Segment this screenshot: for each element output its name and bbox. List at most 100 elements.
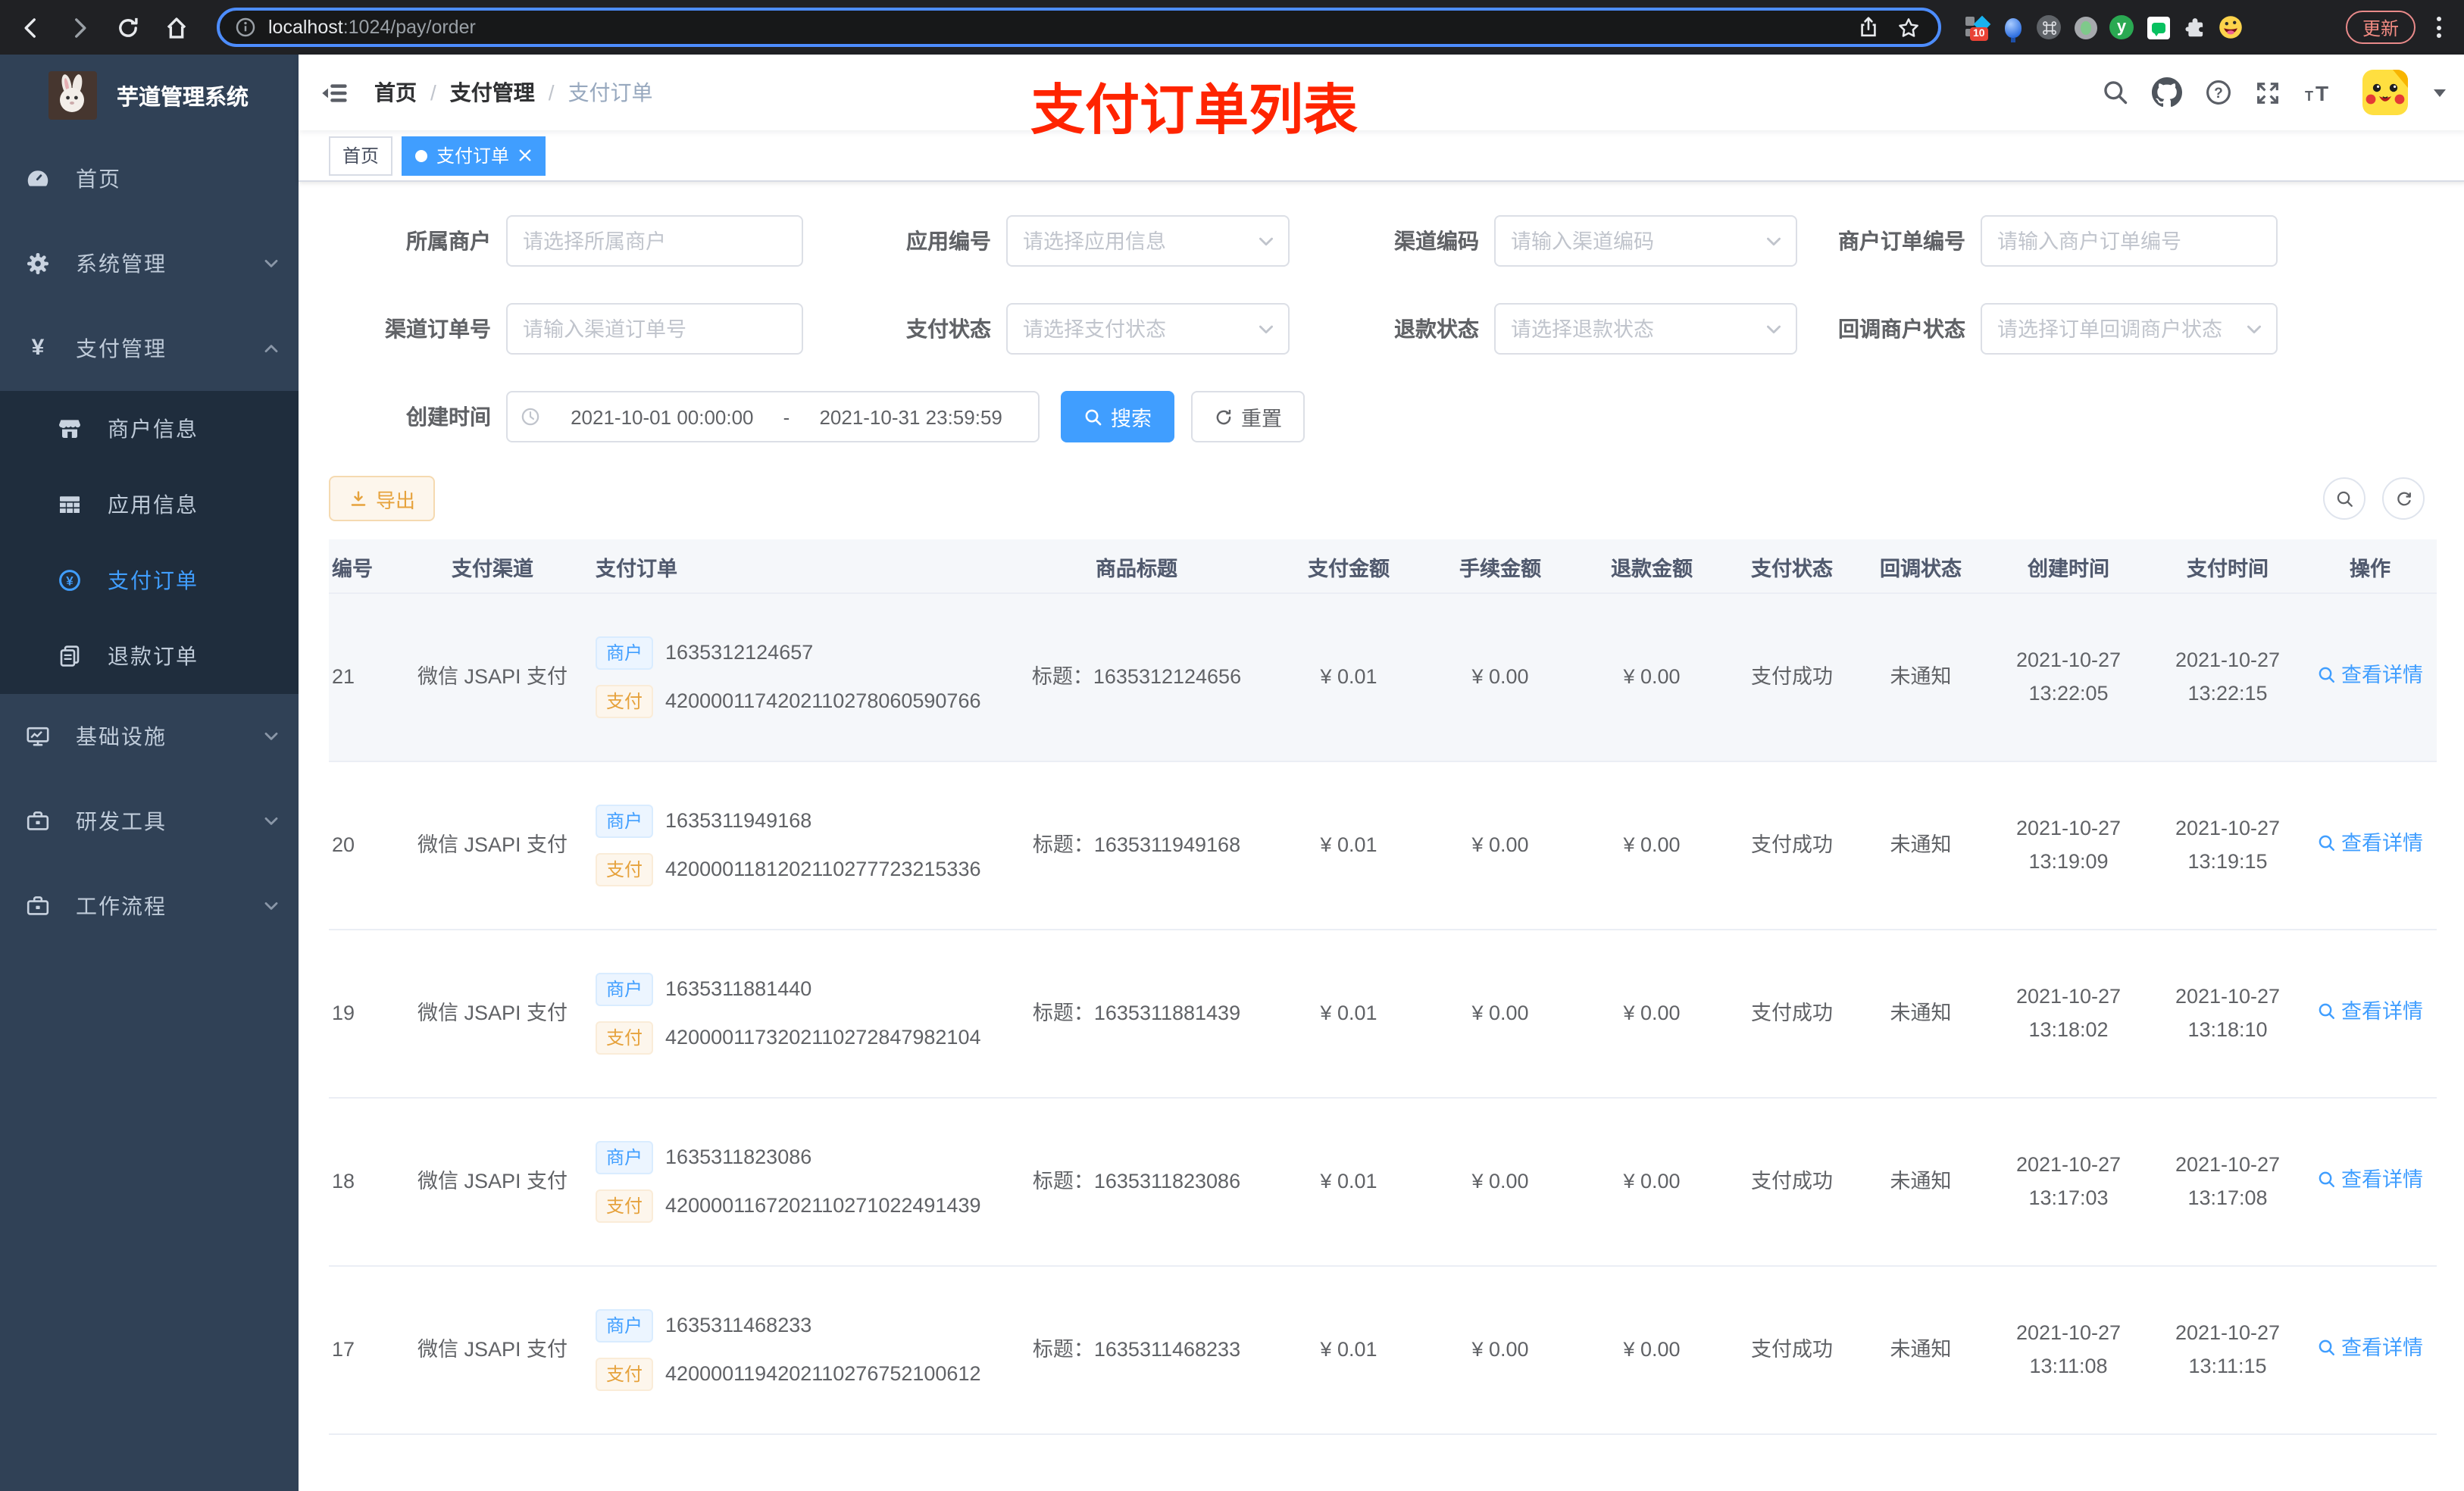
- avatar[interactable]: [2362, 70, 2408, 115]
- filter-select[interactable]: [1981, 303, 2278, 355]
- view-details-link[interactable]: 查看详情: [2317, 1164, 2423, 1197]
- extension-command-icon[interactable]: [2035, 14, 2062, 41]
- search-button[interactable]: 搜索: [1061, 391, 1174, 442]
- sidebar-item-商户信息[interactable]: 商户信息: [0, 391, 299, 467]
- sidebar-item-基础设施[interactable]: 基础设施: [0, 694, 299, 779]
- filter-input-1[interactable]: [1023, 230, 1273, 252]
- sidebar-submenu: 商户信息 应用信息 ¥ 支付订单 退款订单: [0, 391, 299, 694]
- order-merchant-line: 商户 1635312124657: [596, 636, 1000, 670]
- url-text[interactable]: localhost:1024/pay/order: [268, 17, 1858, 38]
- filter-row-1: 所属商户 应用编号 渠道编码 商户订单编号: [329, 215, 2437, 267]
- extension-grid-icon[interactable]: 10: [1962, 14, 1991, 41]
- main: 支付订单列表 首页/支付管理/支付订单 ? TT 首页支付订单 所属商户应用编号…: [299, 55, 2464, 1491]
- date-line: 13:19:15: [2187, 850, 2268, 873]
- reset-button[interactable]: 重置: [1191, 391, 1305, 442]
- sidebar-item-研发工具[interactable]: 研发工具: [0, 779, 299, 864]
- share-icon[interactable]: [1858, 17, 1879, 38]
- collapse-sidebar-icon[interactable]: [317, 76, 350, 109]
- update-button[interactable]: 更新: [2345, 11, 2416, 44]
- extension-y-icon[interactable]: y: [2108, 14, 2135, 41]
- filter-input-6[interactable]: [1511, 317, 1781, 340]
- sidebar-item-支付管理[interactable]: ¥ 支付管理: [0, 306, 299, 391]
- browser-menu-icon[interactable]: [2428, 17, 2449, 38]
- chevron-down-icon: [1256, 231, 1276, 251]
- home-icon[interactable]: [158, 9, 194, 45]
- export-button[interactable]: 导出: [329, 476, 436, 521]
- refresh-table-button[interactable]: [2382, 477, 2425, 520]
- filter-label: 所属商户: [406, 229, 491, 253]
- tab-label: 首页: [342, 145, 380, 167]
- extension-emoji-icon[interactable]: [2217, 14, 2244, 41]
- breadcrumb-item[interactable]: 首页: [374, 77, 417, 108]
- github-icon[interactable]: [2152, 77, 2182, 108]
- show-search-button[interactable]: [2323, 477, 2366, 520]
- pay-tag: 支付: [596, 1021, 654, 1055]
- cell-order: 商户 1635311949168 支付 42000011812021102777232…: [583, 805, 1000, 886]
- cell-id: 21: [332, 665, 355, 688]
- avatar-caret-icon[interactable]: [2434, 89, 2446, 96]
- filter-input[interactable]: [506, 215, 803, 267]
- extension-dot-icon[interactable]: [2072, 14, 2099, 41]
- breadcrumb-item[interactable]: 支付管理: [450, 77, 535, 108]
- filter-input-0[interactable]: [523, 230, 786, 252]
- logo-row[interactable]: 芋道管理系统: [0, 55, 299, 136]
- close-icon[interactable]: [518, 148, 532, 162]
- font-size-icon[interactable]: TT: [2303, 80, 2334, 105]
- cell-notify: 未通知: [1890, 1338, 1952, 1361]
- magnifier-icon: [2317, 1002, 2337, 1022]
- filter-input-2[interactable]: [1511, 230, 1781, 252]
- extension-chat-icon[interactable]: [2144, 14, 2172, 41]
- search-icon[interactable]: [2102, 79, 2129, 106]
- forward-icon[interactable]: [61, 9, 97, 45]
- sidebar-item-退款订单[interactable]: 退款订单: [0, 618, 299, 694]
- help-icon[interactable]: ?: [2205, 79, 2232, 106]
- date-start[interactable]: 2021-10-01 00:00:00: [547, 405, 777, 428]
- cell-order: 商户 1635311823086 支付 42000011672021102710224…: [583, 1141, 1000, 1223]
- sidebar-item-首页[interactable]: 首页: [0, 136, 299, 221]
- monitor-icon: [26, 724, 50, 749]
- cell-created: 2021-10-27 13:22:05: [1985, 644, 2152, 711]
- tab-首页[interactable]: 首页: [329, 136, 393, 175]
- extension-balloon-icon[interactable]: [1999, 14, 2026, 42]
- date-end[interactable]: 2021-10-31 23:59:59: [796, 405, 1026, 428]
- filter-input-3[interactable]: [1997, 230, 2261, 252]
- filter-input-5[interactable]: [1023, 317, 1273, 340]
- omnibox-actions: [1858, 16, 1920, 39]
- cell-channel: 微信 JSAPI 支付: [417, 1002, 568, 1024]
- table-toolbar: 导出: [329, 476, 2437, 521]
- bookmark-star-icon[interactable]: [1897, 16, 1920, 39]
- sidebar-item-工作流程[interactable]: 工作流程: [0, 864, 299, 949]
- back-icon[interactable]: [12, 9, 48, 45]
- filter-select[interactable]: [1494, 215, 1797, 267]
- column-header: 编号: [332, 557, 373, 580]
- search-button-label: 搜索: [1111, 408, 1152, 430]
- view-details-link[interactable]: 查看详情: [2317, 996, 2423, 1029]
- browser-nav: [12, 9, 194, 45]
- site-info-icon[interactable]: [235, 17, 256, 38]
- filter-input[interactable]: [1981, 215, 2278, 267]
- filter-input[interactable]: [506, 303, 803, 355]
- date-range-input[interactable]: 2021-10-01 00:00:00 - 2021-10-31 23:59:5…: [506, 391, 1040, 442]
- sidebar-item-支付订单[interactable]: ¥ 支付订单: [0, 542, 299, 618]
- filter-input-4[interactable]: [523, 317, 786, 340]
- tab-支付订单[interactable]: 支付订单: [402, 136, 546, 175]
- reload-icon[interactable]: [109, 9, 145, 45]
- extension-puzzle-icon[interactable]: [2181, 14, 2208, 41]
- filter-select[interactable]: [1006, 303, 1290, 355]
- orders-table: 编号 支付渠道 支付订单 商品标题 支付金额 手续金额 退款金额 支付状态 回调状态 创建时间 支付…: [329, 539, 2437, 1491]
- fullscreen-icon[interactable]: [2255, 80, 2281, 105]
- view-details-link[interactable]: 查看详情: [2317, 1332, 2423, 1365]
- filter-select[interactable]: [1494, 303, 1797, 355]
- view-details-label: 查看详情: [2341, 663, 2423, 686]
- filter-input-7[interactable]: [1997, 317, 2261, 340]
- view-details-link[interactable]: 查看详情: [2317, 827, 2423, 861]
- pay-order-no: 4200001194202110276752100612: [665, 1362, 981, 1385]
- view-details-link[interactable]: 查看详情: [2317, 659, 2423, 692]
- filter-select[interactable]: [1006, 215, 1290, 267]
- address-bar[interactable]: localhost:1024/pay/order: [217, 8, 1941, 47]
- cell-created: 2021-10-27 13:17:03: [1985, 1149, 2152, 1215]
- sidebar-item-应用信息[interactable]: 应用信息: [0, 467, 299, 542]
- cell-channel: 微信 JSAPI 支付: [417, 833, 568, 856]
- sidebar-item-系统管理[interactable]: 系统管理: [0, 221, 299, 306]
- page-content: 所属商户应用编号渠道编码商户订单编号 渠道订单号支付状态退款状态回调商户状态 创…: [299, 182, 2464, 1491]
